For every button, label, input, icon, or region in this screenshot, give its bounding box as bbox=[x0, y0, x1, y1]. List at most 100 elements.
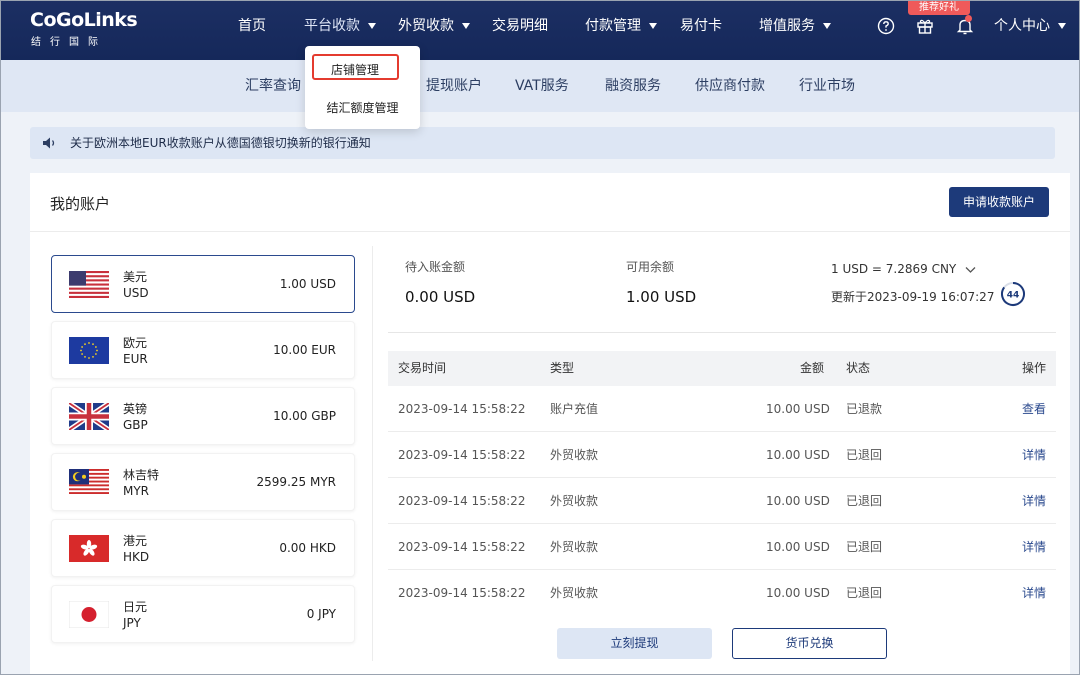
pending-amount-value: 0.00 USD bbox=[405, 288, 476, 306]
row-action-link[interactable]: 详情 bbox=[1022, 432, 1046, 478]
nav-home[interactable]: 首页 bbox=[238, 0, 266, 52]
account-item-myr[interactable]: 林吉特 MYR 2599.25 MYR bbox=[51, 453, 355, 511]
nav-transactions-label: 交易明细 bbox=[492, 18, 548, 34]
jp-flag-icon bbox=[69, 601, 109, 628]
currency-exchange-button[interactable]: 货币兑换 bbox=[732, 628, 887, 659]
cell-type: 外贸收款 bbox=[550, 448, 599, 462]
account-code: EUR bbox=[123, 352, 148, 366]
chevron-down-icon bbox=[462, 23, 470, 29]
account-item-hkd[interactable]: 港元 HKD 0.00 HKD bbox=[51, 519, 355, 577]
cell-type: 账户充值 bbox=[550, 402, 599, 416]
account-name: 日元 bbox=[123, 600, 148, 614]
divider bbox=[388, 332, 1056, 333]
row-action-link[interactable]: 详情 bbox=[1022, 570, 1046, 616]
countdown-value: 44 bbox=[1007, 291, 1020, 301]
cell-time: 2023-09-14 15:58:22 bbox=[398, 586, 526, 600]
nav-payment-management-label: 付款管理 bbox=[585, 18, 641, 34]
notice-banner[interactable]: 关于欧洲本地EUR收款账户从德国德银切换新的银行通知 bbox=[30, 127, 1055, 159]
subnav-industry-market[interactable]: 行业市场 bbox=[799, 60, 855, 112]
notification-dot bbox=[965, 15, 972, 22]
account-balance: 0.00 HKD bbox=[279, 541, 336, 555]
account-code: GBP bbox=[123, 418, 148, 432]
transactions-table-header: 交易时间 类型 金额 状态 操作 bbox=[388, 351, 1056, 386]
subnav-financing[interactable]: 融资服务 bbox=[605, 60, 661, 112]
row-action-link[interactable]: 详情 bbox=[1022, 524, 1046, 570]
account-code: JPY bbox=[123, 616, 141, 630]
nav-trade-collection[interactable]: 外贸收款 bbox=[398, 0, 470, 52]
table-row: 2023-09-14 15:58:22 外贸收款 10.00 USD 已退回 详… bbox=[388, 478, 1056, 524]
account-item-eur[interactable]: 欧元 EUR 10.00 EUR bbox=[51, 321, 355, 379]
account-balance: 10.00 GBP bbox=[273, 409, 336, 423]
gift-promo-tag[interactable]: 推荐好礼 bbox=[908, 0, 970, 15]
cell-time: 2023-09-14 15:58:22 bbox=[398, 402, 526, 416]
divider bbox=[372, 246, 373, 661]
account-balance: 10.00 EUR bbox=[273, 343, 336, 357]
account-name: 英镑 bbox=[123, 402, 148, 416]
rate-updated-time: 更新于2023-09-19 16:07:27 bbox=[831, 290, 995, 304]
table-row: 2023-09-14 15:58:22 外贸收款 10.00 USD 已退回 详… bbox=[388, 432, 1056, 478]
account-code: MYR bbox=[123, 484, 150, 498]
withdraw-button[interactable]: 立刻提现 bbox=[557, 628, 712, 659]
account-code: USD bbox=[123, 286, 149, 300]
chevron-down-icon bbox=[823, 23, 831, 29]
account-balance: 0 JPY bbox=[306, 607, 336, 621]
help-icon[interactable] bbox=[876, 16, 896, 36]
top-navbar: CoGoLinks 结行国际 首页 平台收款 外贸收款 交易明细 付款管理 易付… bbox=[0, 0, 1080, 60]
menu-item-fx-quota[interactable]: 结汇额度管理 bbox=[305, 99, 420, 116]
us-flag-icon bbox=[69, 271, 109, 298]
account-item-jpy[interactable]: 日元 JPY 0 JPY bbox=[51, 585, 355, 643]
row-action-link[interactable]: 详情 bbox=[1022, 478, 1046, 524]
cell-type: 外贸收款 bbox=[550, 494, 599, 508]
chevron-down-icon bbox=[368, 23, 376, 29]
subnav-vat[interactable]: VAT服务 bbox=[515, 60, 569, 112]
cell-time: 2023-09-14 15:58:22 bbox=[398, 494, 526, 508]
logo-text: CoGoLinks bbox=[30, 9, 138, 31]
row-action-link[interactable]: 查看 bbox=[1022, 386, 1046, 432]
page-title: 我的账户 bbox=[50, 195, 111, 213]
hk-flag-icon bbox=[69, 535, 109, 562]
cell-status: 已退款 bbox=[846, 402, 883, 416]
sub-navbar: 汇率查询 提现账户 VAT服务 融资服务 供应商付款 行业市场 bbox=[0, 60, 1080, 112]
nav-easy-pay-card[interactable]: 易付卡 bbox=[680, 0, 722, 52]
subnav-supplier-payment[interactable]: 供应商付款 bbox=[695, 60, 765, 112]
table-row: 2023-09-14 15:58:22 账户充值 10.00 USD 已退款 查… bbox=[388, 386, 1056, 432]
cogolinks-logo[interactable]: CoGoLinks 结行国际 bbox=[30, 9, 138, 49]
uk-flag-icon bbox=[69, 403, 109, 430]
pending-amount-label: 待入账金额 bbox=[405, 260, 466, 274]
account-item-gbp[interactable]: 英镑 GBP 10.00 GBP bbox=[51, 387, 355, 445]
refresh-countdown[interactable]: 44 bbox=[1000, 281, 1026, 307]
cell-time: 2023-09-14 15:58:22 bbox=[398, 448, 526, 462]
cell-status: 已退回 bbox=[846, 494, 883, 508]
account-item-usd[interactable]: 美元 USD 1.00 USD bbox=[51, 255, 355, 313]
eu-flag-icon bbox=[69, 337, 109, 364]
cell-status: 已退回 bbox=[846, 448, 883, 462]
nav-platform-collection[interactable]: 平台收款 bbox=[304, 0, 376, 52]
account-name: 美元 bbox=[123, 270, 148, 284]
apply-account-button[interactable]: 申请收款账户 bbox=[949, 187, 1049, 217]
gift-icon[interactable] bbox=[915, 16, 935, 36]
notice-text: 关于欧洲本地EUR收款账户从德国德银切换新的银行通知 bbox=[70, 136, 371, 150]
chevron-down-icon bbox=[649, 23, 657, 29]
subnav-exchange-rate[interactable]: 汇率查询 bbox=[245, 60, 301, 112]
nav-value-added[interactable]: 增值服务 bbox=[759, 0, 831, 52]
menu-item-store-management[interactable]: 店铺管理 bbox=[305, 61, 405, 78]
nav-platform-collection-label: 平台收款 bbox=[304, 18, 360, 34]
nav-personal-center[interactable]: 个人中心 bbox=[994, 0, 1066, 52]
my-accounts-card: 我的账户 申请收款账户 美元 USD 1.00 USD 欧元 EUR 10.00… bbox=[30, 173, 1070, 675]
col-type: 类型 bbox=[550, 361, 575, 375]
cell-amount: 10.00 USD bbox=[766, 540, 830, 554]
account-name: 欧元 bbox=[123, 336, 148, 350]
account-name: 林吉特 bbox=[123, 468, 160, 482]
cell-time: 2023-09-14 15:58:22 bbox=[398, 540, 526, 554]
cell-amount: 10.00 USD bbox=[766, 448, 830, 462]
cell-status: 已退回 bbox=[846, 540, 883, 554]
nav-transactions[interactable]: 交易明细 bbox=[492, 0, 548, 52]
subnav-withdraw-account[interactable]: 提现账户 bbox=[426, 60, 482, 112]
available-balance-value: 1.00 USD bbox=[626, 288, 697, 306]
cell-status: 已退回 bbox=[846, 586, 883, 600]
cell-amount: 10.00 USD bbox=[766, 494, 830, 508]
chevron-down-icon bbox=[1058, 23, 1066, 29]
exchange-rate-selector[interactable]: 1 USD = 7.2869 CNY bbox=[831, 262, 976, 276]
nav-trade-collection-label: 外贸收款 bbox=[398, 18, 454, 34]
nav-payment-management[interactable]: 付款管理 bbox=[585, 0, 657, 52]
